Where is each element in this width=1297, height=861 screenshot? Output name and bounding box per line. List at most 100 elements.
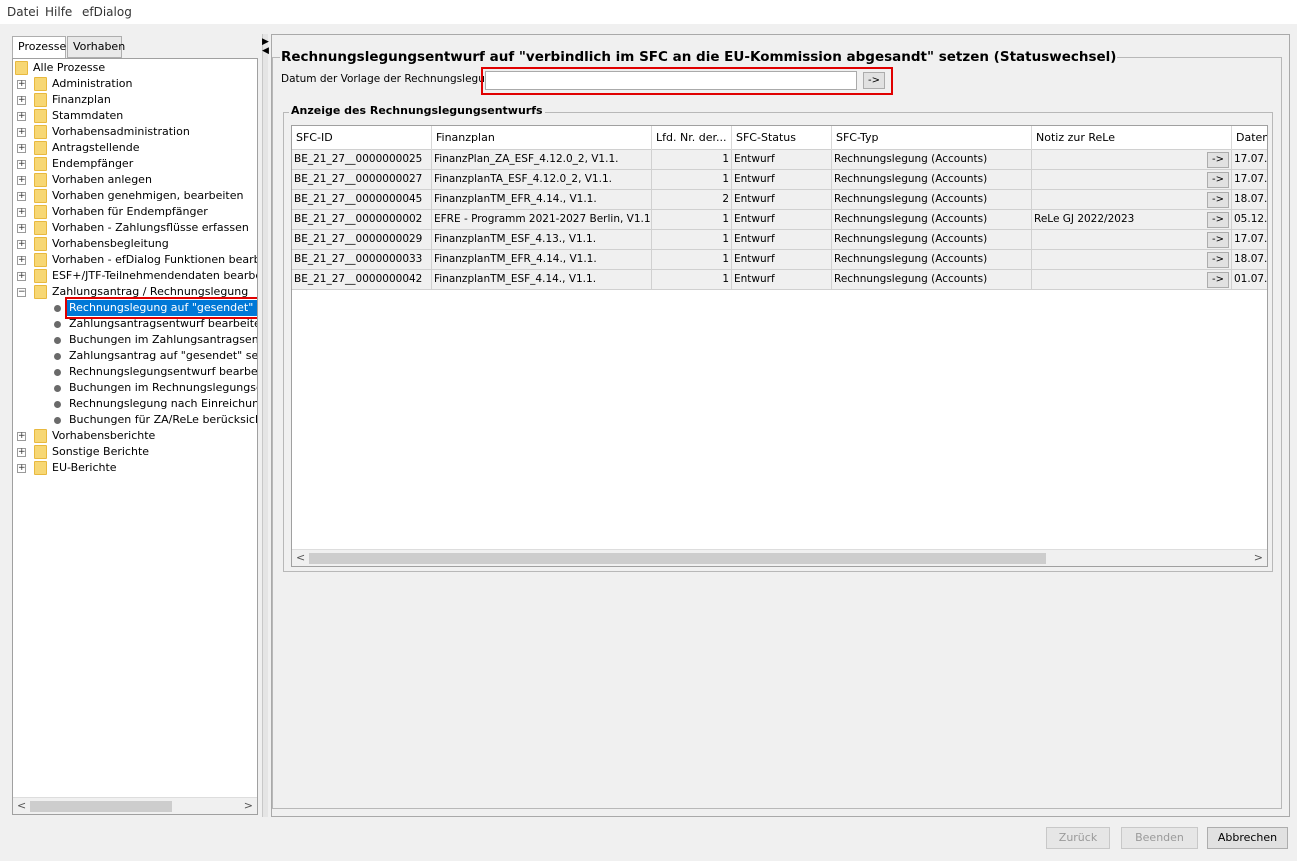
plus-icon[interactable]: + bbox=[17, 448, 26, 457]
table-row[interactable]: BE_21_27__0000000002 EFRE - Programm 2021… bbox=[292, 210, 1267, 230]
table-row[interactable]: BE_21_27__0000000027 FinanzplanTA_ESF_4.1… bbox=[292, 170, 1267, 190]
table-row[interactable]: BE_21_27__0000000045 FinanzplanTM_EFR_4.1… bbox=[292, 190, 1267, 210]
table-cell-lfd: 1 bbox=[652, 150, 732, 170]
table-cell-status: Entwurf bbox=[732, 150, 832, 170]
minus-icon[interactable]: − bbox=[17, 288, 26, 297]
folder-icon bbox=[34, 461, 47, 475]
column-header[interactable]: Lfd. Nr. der... bbox=[652, 126, 732, 150]
scroll-right-icon[interactable]: > bbox=[1254, 551, 1263, 564]
table-row[interactable]: BE_21_27__0000000042 FinanzplanTM_ESF_4.1… bbox=[292, 270, 1267, 290]
table-cell-finanzplan: FinanzPlan_ZA_ESF_4.12.0_2, V1.1. bbox=[432, 150, 652, 170]
folder-icon bbox=[34, 429, 47, 443]
tree-folder-label: Vorhaben anlegen bbox=[52, 173, 152, 186]
table-row[interactable]: BE_21_27__0000000029 FinanzplanTM_ESF_4.1… bbox=[292, 230, 1267, 250]
highlight-box bbox=[481, 67, 893, 95]
collapse-arrow-icon[interactable]: ▶ ◀ bbox=[262, 38, 269, 56]
tree-leaf-label: Buchungen für ZA/ReLe berücksichtigen bbox=[69, 413, 257, 426]
folder-icon bbox=[34, 173, 47, 187]
tree-folder-label: EU-Berichte bbox=[52, 461, 117, 474]
process-dot-icon bbox=[54, 337, 61, 344]
plus-icon[interactable]: + bbox=[17, 160, 26, 169]
folder-icon bbox=[34, 221, 47, 235]
table-cell-datum: 05.12. bbox=[1232, 210, 1267, 230]
folder-icon bbox=[34, 269, 47, 283]
table-horizontal-scrollbar[interactable]: < > bbox=[292, 549, 1267, 566]
tree-leaf-label: Rechnungslegung nach Einreichung korrigi… bbox=[69, 397, 257, 410]
plus-icon[interactable]: + bbox=[17, 240, 26, 249]
column-header[interactable]: SFC-Typ bbox=[832, 126, 1032, 150]
note-edit-button[interactable]: -> bbox=[1207, 152, 1229, 168]
plus-icon[interactable]: + bbox=[17, 176, 26, 185]
column-header[interactable]: SFC-ID bbox=[292, 126, 432, 150]
plus-icon[interactable]: + bbox=[17, 272, 26, 281]
scrollbar-thumb[interactable] bbox=[309, 553, 1046, 564]
column-header[interactable]: Finanzplan bbox=[432, 126, 652, 150]
plus-icon[interactable]: + bbox=[17, 192, 26, 201]
table-cell-lfd: 1 bbox=[652, 210, 732, 230]
column-header[interactable]: SFC-Status bbox=[732, 126, 832, 150]
table-cell-datum: 18.07. bbox=[1232, 250, 1267, 270]
folder-icon bbox=[34, 93, 47, 107]
tree-leaf-label: Buchungen im Zahlungsantragsentwurf bbox=[69, 333, 258, 346]
tree-folder-label: Finanzplan bbox=[52, 93, 111, 106]
tree-folder-label: Vorhabensadministration bbox=[52, 125, 190, 138]
note-edit-button[interactable]: -> bbox=[1207, 192, 1229, 208]
tree-folder-label: Vorhabensbegleitung bbox=[52, 237, 169, 250]
scroll-right-icon[interactable]: > bbox=[244, 799, 253, 812]
table-cell-status: Entwurf bbox=[732, 170, 832, 190]
table-cell-typ: Rechnungslegung (Accounts) bbox=[832, 230, 1032, 250]
scroll-left-icon[interactable]: < bbox=[17, 799, 26, 812]
column-header[interactable]: Notiz zur ReLe bbox=[1032, 126, 1232, 150]
cancel-button[interactable]: Abbrechen bbox=[1207, 827, 1288, 849]
note-edit-button[interactable]: -> bbox=[1207, 272, 1229, 288]
folder-icon bbox=[34, 77, 47, 91]
tree-folder-label: Antragstellende bbox=[52, 141, 140, 154]
tree-horizontal-scrollbar[interactable]: < > bbox=[13, 797, 257, 814]
plus-icon[interactable]: + bbox=[17, 432, 26, 441]
table-cell-sfc-id: BE_21_27__0000000029 bbox=[292, 230, 432, 250]
column-header[interactable]: Daten bbox=[1232, 126, 1267, 150]
splitter[interactable] bbox=[262, 34, 268, 817]
menu-bar: Datei Hilfe efDialog bbox=[0, 0, 1297, 24]
tree-folder-label: Vorhaben für Endempfänger bbox=[52, 205, 208, 218]
table-cell-notiz bbox=[1032, 270, 1232, 290]
table-cell-status: Entwurf bbox=[732, 190, 832, 210]
tree-folder-label: Endempfänger bbox=[52, 157, 134, 170]
plus-icon[interactable]: + bbox=[17, 128, 26, 137]
table-cell-datum: 18.07. bbox=[1232, 190, 1267, 210]
note-edit-button[interactable]: -> bbox=[1207, 212, 1229, 228]
note-edit-button[interactable]: -> bbox=[1207, 232, 1229, 248]
plus-icon[interactable]: + bbox=[17, 224, 26, 233]
process-dot-icon bbox=[54, 353, 61, 360]
folder-icon bbox=[34, 253, 47, 267]
note-edit-button[interactable]: -> bbox=[1207, 172, 1229, 188]
plus-icon[interactable]: + bbox=[17, 464, 26, 473]
table-cell-typ: Rechnungslegung (Accounts) bbox=[832, 190, 1032, 210]
group-title: Anzeige des Rechnungslegungsentwurfs bbox=[289, 104, 545, 117]
note-edit-button[interactable]: -> bbox=[1207, 252, 1229, 268]
table-cell-status: Entwurf bbox=[732, 230, 832, 250]
plus-icon[interactable]: + bbox=[17, 144, 26, 153]
back-button[interactable]: Zurück bbox=[1046, 827, 1110, 849]
finish-button[interactable]: Beenden bbox=[1121, 827, 1198, 849]
tab-vorhaben[interactable]: Vorhaben bbox=[67, 36, 125, 58]
menu-efdialog[interactable]: efDialog bbox=[82, 5, 132, 19]
table-cell-status: Entwurf bbox=[732, 270, 832, 290]
menu-datei[interactable]: Datei bbox=[7, 5, 39, 19]
plus-icon[interactable]: + bbox=[17, 80, 26, 89]
table-row[interactable]: BE_21_27__0000000033 FinanzplanTM_EFR_4.1… bbox=[292, 250, 1267, 270]
folder-open-icon bbox=[34, 285, 47, 299]
table-row[interactable]: BE_21_27__0000000025 FinanzPlan_ZA_ESF_4.… bbox=[292, 150, 1267, 170]
plus-icon[interactable]: + bbox=[17, 96, 26, 105]
scroll-left-icon[interactable]: < bbox=[296, 551, 305, 564]
scrollbar-thumb[interactable] bbox=[30, 801, 172, 812]
process-dot-icon bbox=[54, 385, 61, 392]
plus-icon[interactable]: + bbox=[17, 112, 26, 121]
plus-icon[interactable]: + bbox=[17, 256, 26, 265]
menu-hilfe[interactable]: Hilfe bbox=[45, 5, 72, 19]
table-cell-datum: 17.07. bbox=[1232, 230, 1267, 250]
process-dot-icon bbox=[54, 321, 61, 328]
plus-icon[interactable]: + bbox=[17, 208, 26, 217]
process-tree: Alle Prozesse + Administration + Finanzp… bbox=[12, 58, 258, 815]
tab-prozesse[interactable]: Prozesse bbox=[12, 36, 66, 59]
